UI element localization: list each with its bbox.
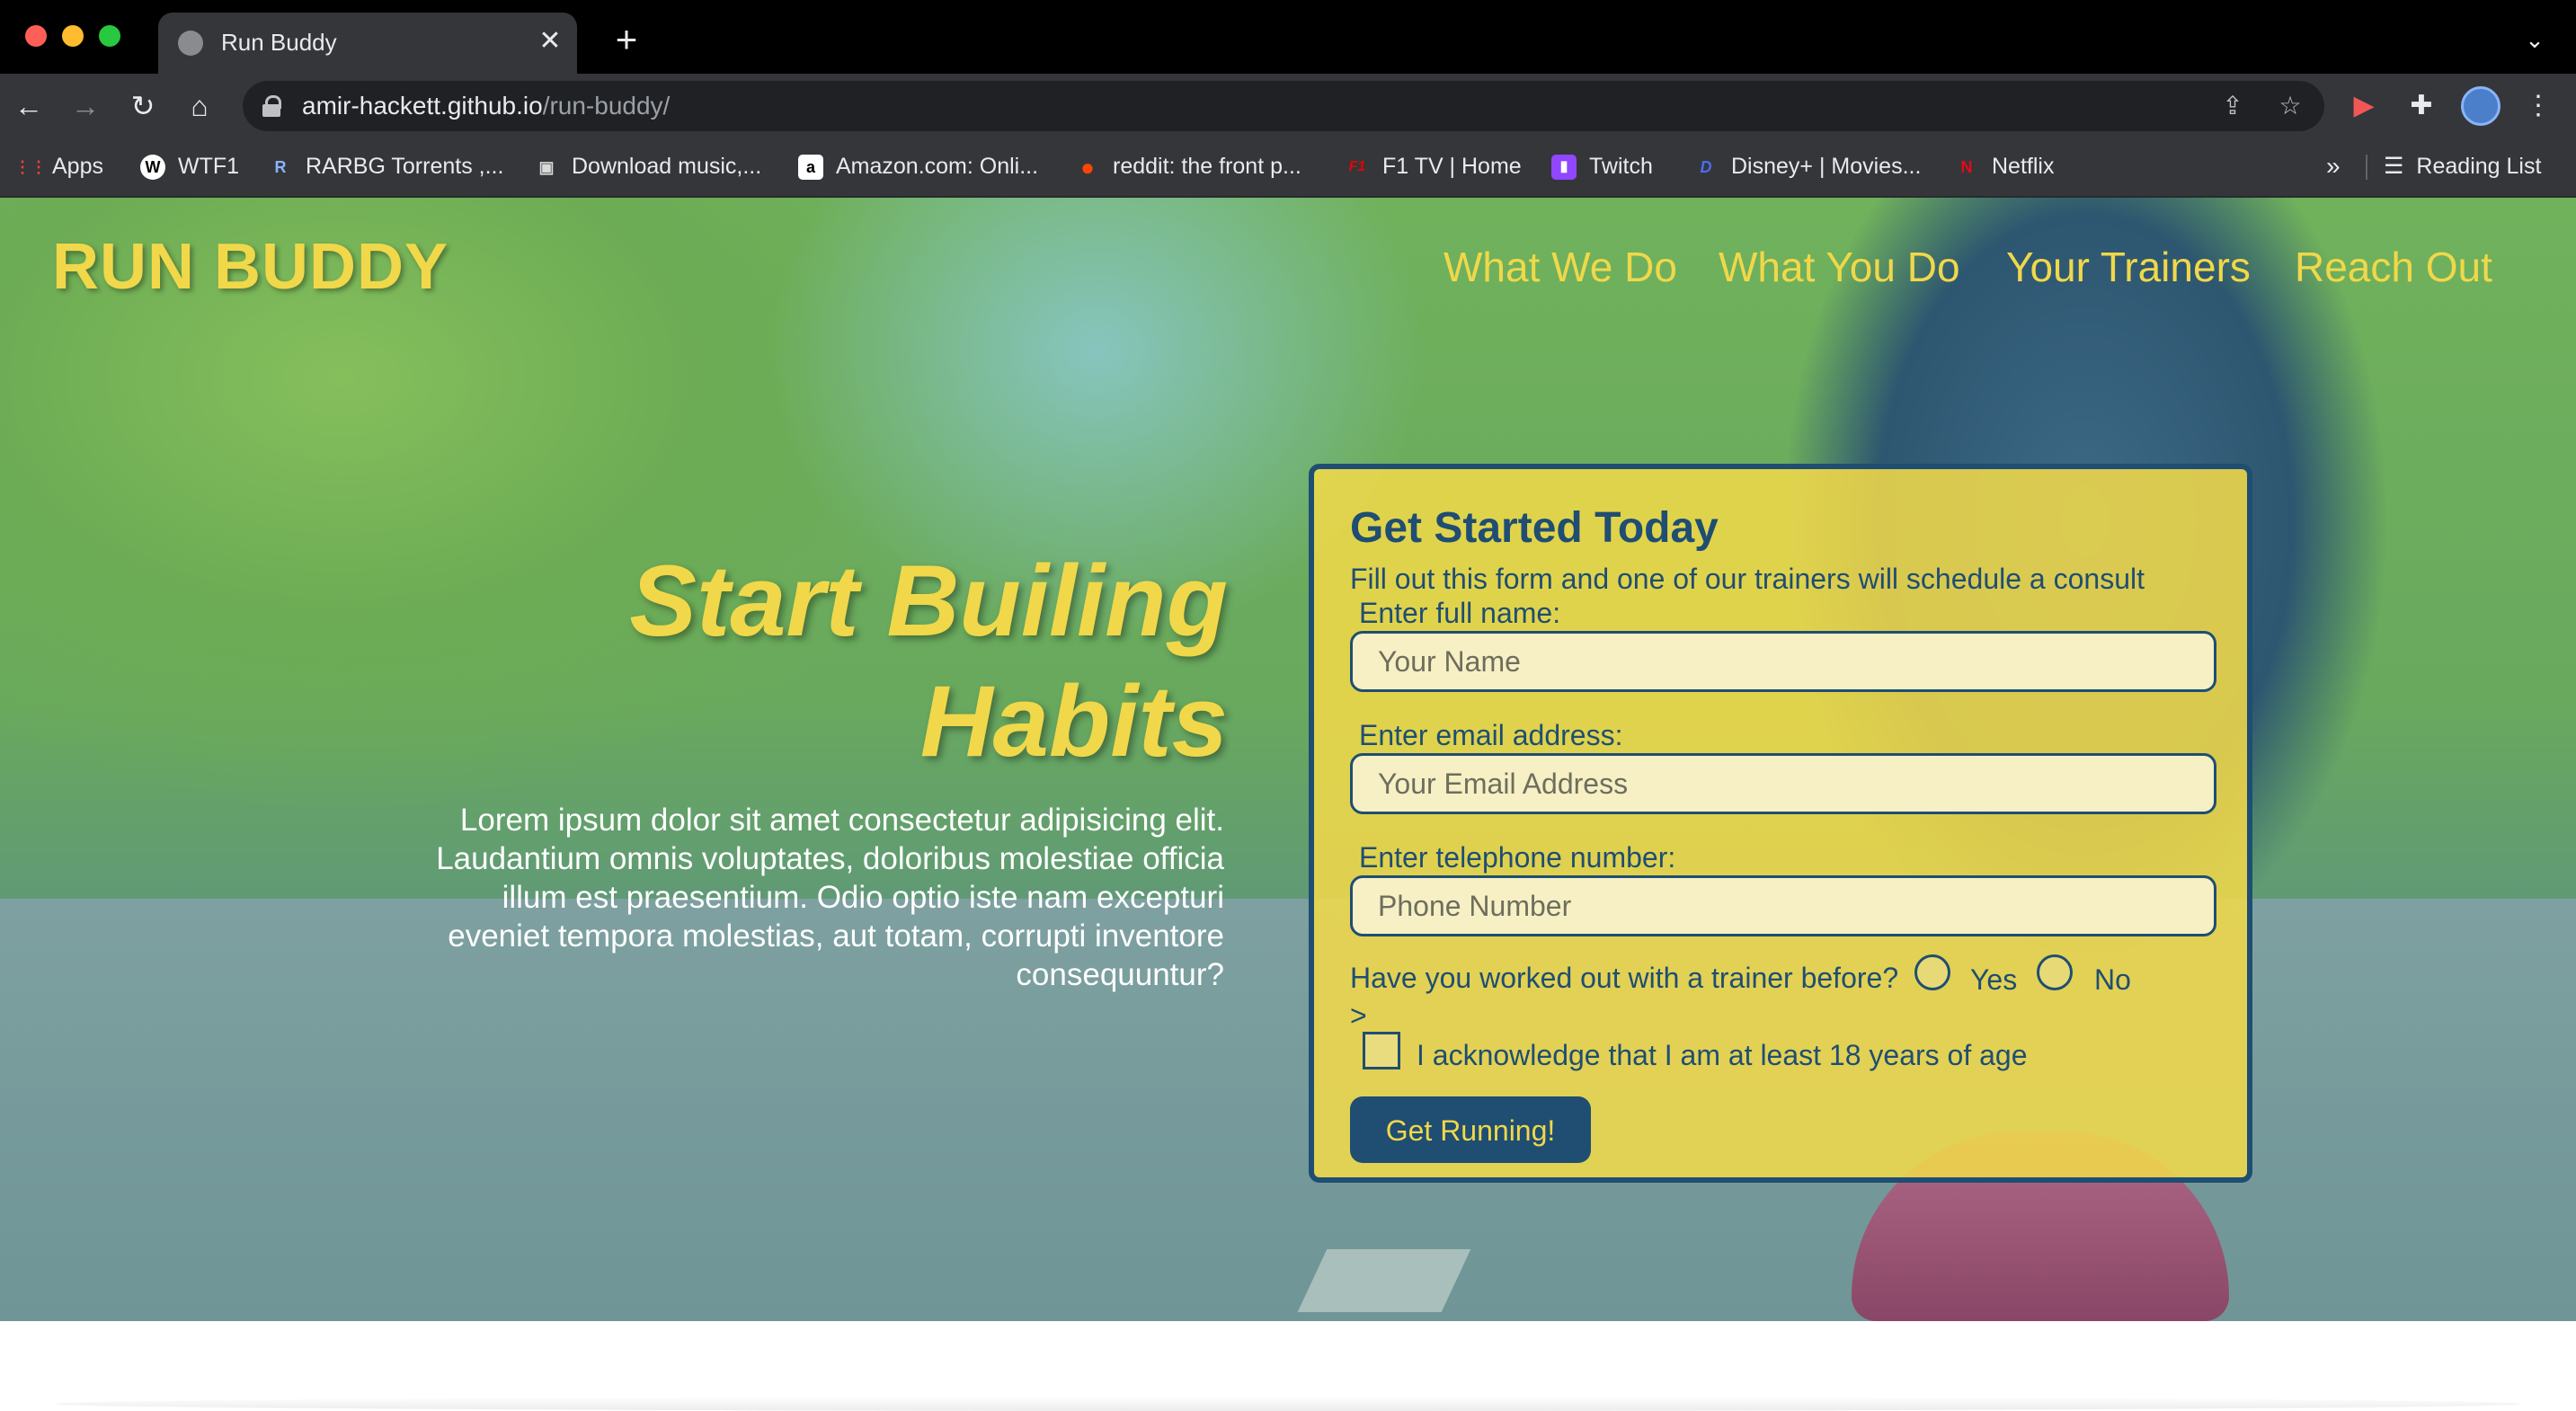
reading-list-icon: ☰ — [2384, 154, 2404, 179]
reload-icon[interactable]: ↻ — [123, 86, 163, 126]
apps-grid-icon: ⋮⋮ — [14, 158, 47, 177]
bookmark-label: Download music,... — [572, 154, 762, 179]
bookmarks-bar: ⋮⋮ Apps W WTF1 R RARBG Torrents ,... ▣ Downl… — [0, 138, 2576, 198]
nav-link-your-trainers[interactable]: Your Trainers — [2006, 243, 2251, 291]
form-subtitle: Fill out this form and one of our traine… — [1350, 563, 2145, 595]
bookmarks-divider — [2366, 155, 2367, 180]
bookmark-rarbg[interactable]: R RARBG Torrents ,... — [268, 151, 504, 182]
name-label: Enter full name: — [1359, 597, 1561, 629]
wtf1-icon: W — [140, 155, 165, 181]
road-marking — [1297, 1249, 1471, 1312]
address-bar[interactable]: amir-hackett.github.io/run-buddy/ ⇪ ☆ — [243, 81, 2324, 131]
chevron-down-icon[interactable]: ⌄ — [2517, 22, 2553, 58]
amazon-icon: a — [798, 155, 823, 181]
more-vert-icon[interactable]: ⋮ — [2518, 86, 2558, 126]
age-acknowledge-label[interactable]: I acknowledge that I am at least 18 year… — [1417, 1039, 2028, 1072]
stray-character: > — [1350, 999, 1367, 1032]
email-input[interactable] — [1350, 753, 2216, 814]
phone-input[interactable] — [1350, 875, 2216, 936]
bookmark-label: Apps — [52, 154, 103, 179]
bookmarks-overflow-button[interactable]: » — [2326, 151, 2341, 182]
twitch-icon: ▮ — [1551, 155, 1577, 181]
radio-yes-label[interactable]: Yes — [1970, 963, 2017, 997]
section-shadow — [54, 1397, 2522, 1411]
bookmark-disney[interactable]: D Disney+ | Movies... — [1693, 151, 1922, 182]
hero-headline-line2: Habits — [919, 665, 1228, 777]
bookmark-label: F1 TV | Home — [1382, 154, 1522, 179]
email-label: Enter email address: — [1359, 719, 1623, 751]
browser-toolbar: ← → ↻ ⌂ amir-hackett.github.io/run-buddy… — [0, 74, 2576, 138]
tab-title: Run Buddy — [221, 29, 337, 56]
home-icon[interactable]: ⌂ — [180, 86, 219, 126]
radio-no[interactable] — [2037, 954, 2073, 990]
trainer-question: Have you worked out with a trainer befor… — [1350, 962, 1899, 994]
puzzle-icon[interactable]: ✚ — [2402, 86, 2441, 126]
bookmark-label: Disney+ | Movies... — [1731, 154, 1922, 179]
profile-avatar[interactable] — [2461, 86, 2500, 126]
back-arrow-icon[interactable]: ← — [9, 86, 49, 126]
hero-section: RUN BUDDY What We Do What You Do Your Tr… — [0, 198, 2576, 1321]
bookmark-download-music[interactable]: ▣ Download music,... — [534, 151, 761, 182]
bookmark-reddit[interactable]: ● reddit: the front p... — [1075, 151, 1301, 182]
url-path: /run-buddy/ — [542, 92, 671, 120]
f1-icon: F1 — [1348, 159, 1366, 175]
phone-label: Enter telephone number: — [1359, 841, 1676, 874]
star-icon[interactable]: ☆ — [2272, 88, 2308, 124]
close-icon[interactable]: ✕ — [532, 23, 568, 59]
window-zoom-button[interactable] — [99, 25, 120, 47]
window-close-button[interactable] — [25, 25, 47, 47]
reddit-icon: ● — [1080, 154, 1095, 182]
nav-link-what-we-do[interactable]: What We Do — [1443, 243, 1677, 291]
globe-icon — [178, 31, 203, 56]
forward-arrow-icon[interactable]: → — [66, 86, 105, 126]
share-icon[interactable]: ⇪ — [2215, 88, 2251, 124]
bookmark-f1tv[interactable]: F1 F1 TV | Home — [1345, 151, 1522, 182]
bookmark-netflix[interactable]: N Netflix — [1954, 151, 2055, 182]
bookmark-label: WTF1 — [178, 154, 240, 179]
browser-tab[interactable]: Run Buddy ✕ — [158, 13, 577, 74]
bookmark-wtf1[interactable]: W WTF1 — [140, 151, 239, 182]
age-acknowledge-checkbox[interactable] — [1363, 1032, 1400, 1069]
get-running-button[interactable]: Get Running! — [1350, 1096, 1591, 1163]
form-title: Get Started Today — [1350, 504, 1719, 552]
new-tab-button[interactable]: + — [606, 20, 647, 61]
download-music-icon: ▣ — [538, 158, 555, 177]
bookmark-label: reddit: the front p... — [1113, 154, 1301, 179]
url-host: amir-hackett.github.io — [302, 92, 543, 120]
url-text[interactable]: amir-hackett.github.io/run-buddy/ — [302, 92, 670, 120]
hero-headline: Start Builing Habits — [503, 541, 1228, 782]
video-extension-icon[interactable]: ▶ — [2344, 86, 2384, 126]
browser-tab-bar: Run Buddy ✕ + ⌄ — [0, 0, 2576, 74]
netflix-icon: N — [1960, 158, 1973, 177]
site-logo[interactable]: RUN BUDDY — [52, 230, 449, 304]
nav-link-reach-out[interactable]: Reach Out — [2295, 243, 2492, 291]
bookmark-label: RARBG Torrents ,... — [306, 154, 504, 179]
bookmark-label: Amazon.com: Onli... — [836, 154, 1039, 179]
bookmark-amazon[interactable]: a Amazon.com: Onli... — [798, 151, 1038, 182]
disney-icon: D — [1700, 158, 1712, 177]
next-section — [0, 1321, 2576, 1411]
hero-body-text: Lorem ipsum dolor sit amet consectetur a… — [436, 803, 1224, 992]
bookmark-apps[interactable]: ⋮⋮ Apps — [14, 151, 103, 182]
hero-headline-line1: Start Builing — [629, 545, 1228, 657]
reading-list-button[interactable]: ☰ Reading List — [2384, 151, 2541, 182]
bookmark-label: Netflix — [1992, 154, 2055, 179]
radio-no-label[interactable]: No — [2094, 963, 2131, 997]
radio-yes[interactable] — [1914, 954, 1950, 990]
get-started-form: Get Started Today Fill out this form and… — [1309, 464, 2252, 1183]
nav-link-what-you-do[interactable]: What You Do — [1719, 243, 1960, 291]
lock-icon[interactable] — [262, 95, 281, 117]
bookmark-label: Twitch — [1589, 154, 1653, 179]
bookmark-twitch[interactable]: ▮ Twitch — [1551, 151, 1653, 182]
window-minimize-button[interactable] — [62, 25, 84, 47]
reading-list-label: Reading List — [2416, 154, 2542, 179]
rarbg-icon: R — [274, 158, 287, 177]
name-input[interactable] — [1350, 631, 2216, 692]
